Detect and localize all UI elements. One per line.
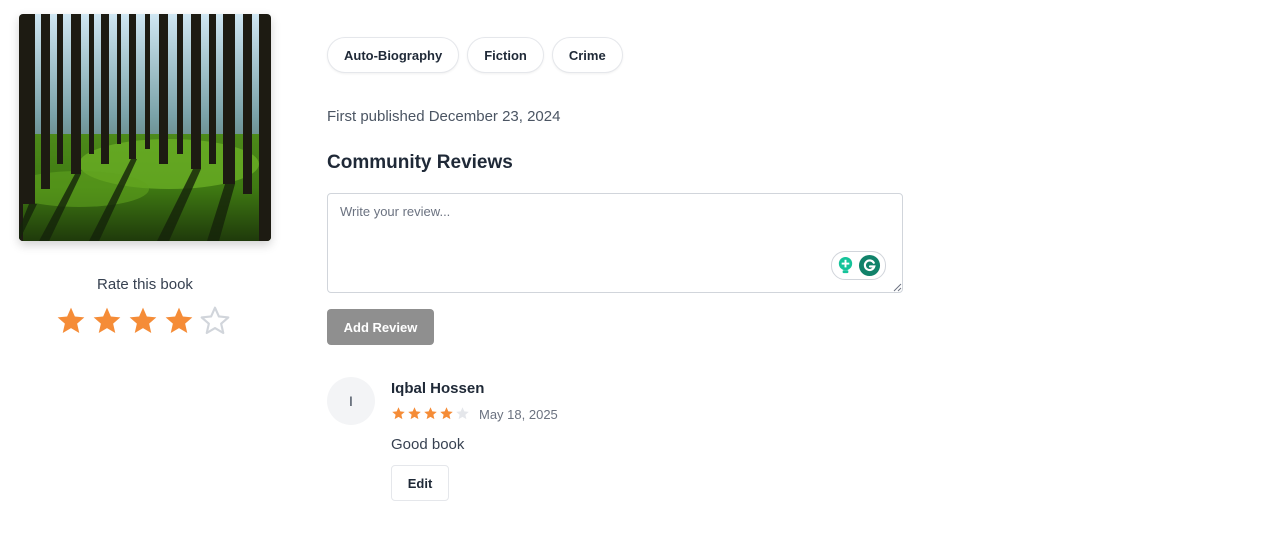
review-text: Good book (391, 436, 465, 453)
add-review-button[interactable]: Add Review (327, 309, 434, 345)
star-icon (439, 406, 454, 421)
edit-review-button[interactable]: Edit (391, 465, 449, 501)
resize-handle-icon[interactable] (893, 283, 902, 292)
star-icon (455, 406, 470, 421)
grammarly-icon[interactable] (858, 254, 881, 277)
review-rating-stars (391, 406, 470, 421)
star-1-icon[interactable] (55, 305, 87, 337)
review-input[interactable] (327, 193, 903, 293)
avatar: I (327, 377, 375, 425)
rate-this-book-label: Rate this book (97, 276, 193, 293)
rating-stars (55, 305, 237, 339)
community-reviews-heading: Community Reviews (327, 152, 513, 173)
review-date: May 18, 2025 (479, 407, 558, 422)
star-5-icon[interactable] (199, 305, 231, 337)
genre-tag[interactable]: Auto-Biography (327, 37, 460, 73)
reviewer-name: Iqbal Hossen (391, 380, 485, 397)
star-icon (423, 406, 438, 421)
genre-tags: Auto-Biography Fiction Crime (327, 37, 623, 73)
genre-tag[interactable]: Fiction (467, 37, 544, 73)
book-cover-image (19, 14, 271, 241)
star-2-icon[interactable] (91, 305, 123, 337)
publication-date: First published December 23, 2024 (327, 108, 561, 125)
lightbulb-plus-icon[interactable] (836, 256, 855, 275)
genre-tag[interactable]: Crime (551, 37, 623, 73)
star-icon (391, 406, 406, 421)
star-3-icon[interactable] (127, 305, 159, 337)
star-4-icon[interactable] (163, 305, 195, 337)
star-icon (407, 406, 422, 421)
grammarly-widget[interactable] (831, 251, 886, 280)
